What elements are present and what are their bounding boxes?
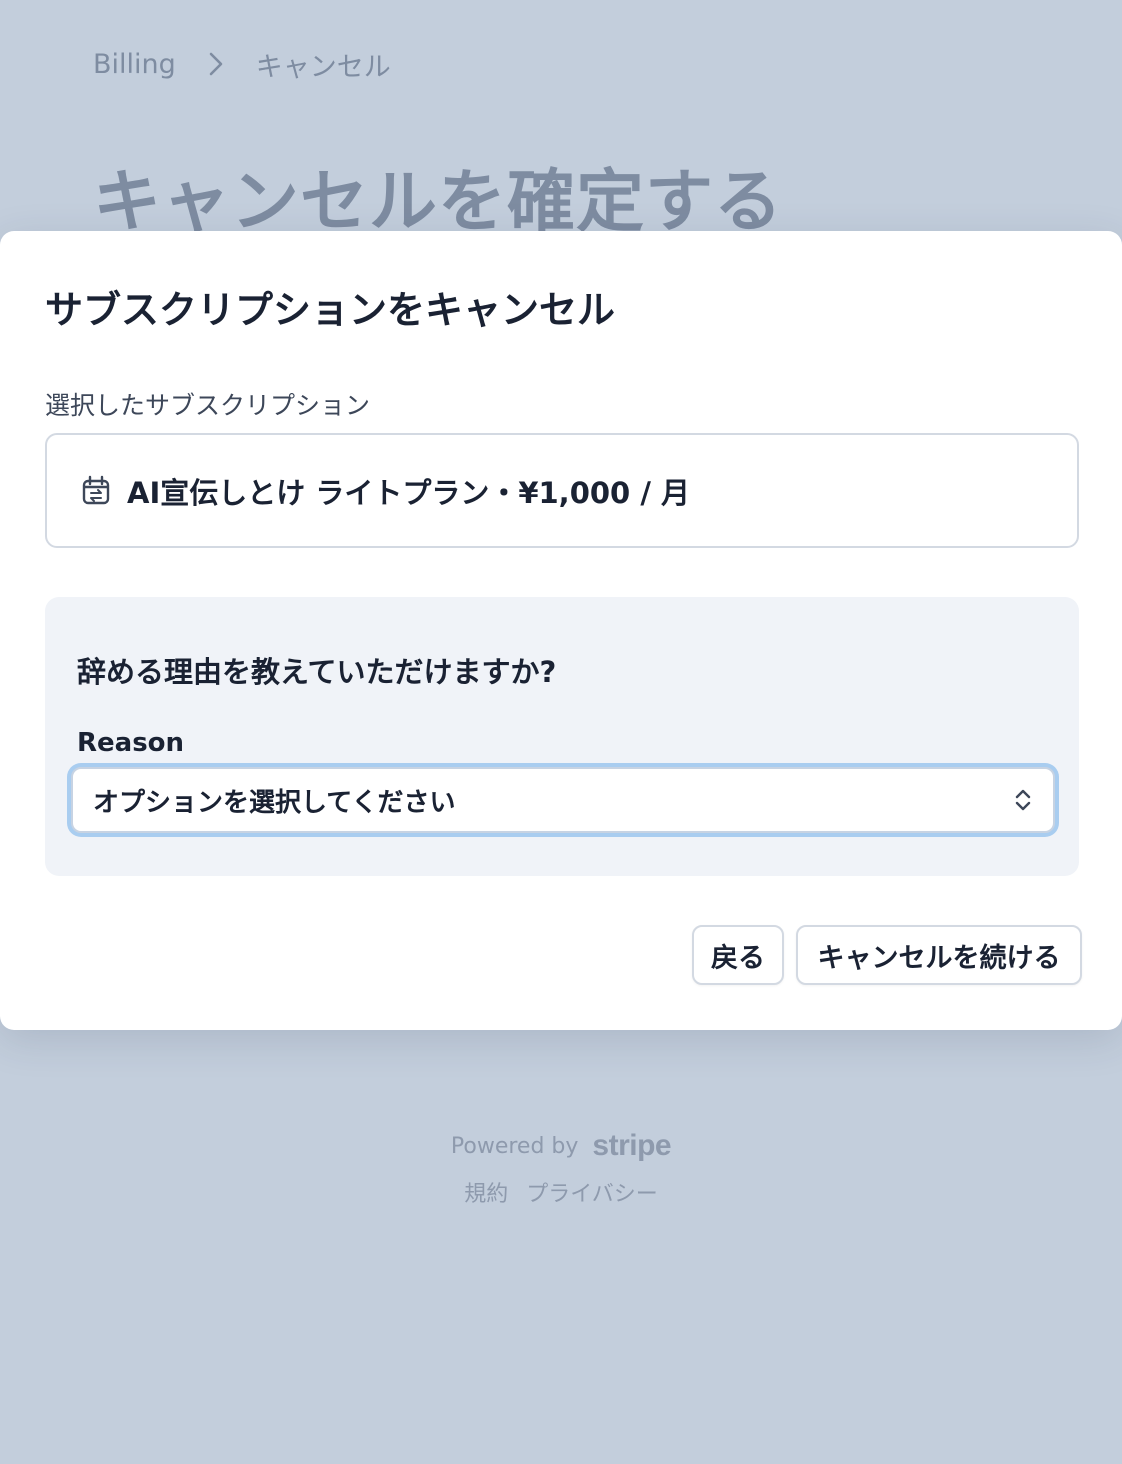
back-button[interactable]: 戻る [692,925,784,985]
footer: Powered by stripe 規約 プライバシー [0,1126,1122,1208]
selected-subscription-card: AI宣伝しとけ ライトプラン・¥1,000 / 月 [45,433,1079,548]
breadcrumb-billing[interactable]: Billing [93,49,176,80]
cancel-subscription-modal: サブスクリプションをキャンセル 選択したサブスクリプション AI宣伝しとけ ライ… [0,231,1122,1030]
terms-link[interactable]: 規約 [464,1176,508,1208]
privacy-link[interactable]: プライバシー [526,1176,658,1208]
reason-select[interactable]: オプションを選択してください [71,767,1055,833]
breadcrumb-current: キャンセル [255,51,391,83]
stripe-logo: stripe [592,1129,672,1162]
footer-links: 規約 プライバシー [0,1176,1122,1208]
chevron-right-icon [198,46,234,82]
subscription-name: AI宣伝しとけ ライトプラン・¥1,000 / 月 [127,475,691,510]
breadcrumb: Billing キャンセル [93,46,391,83]
reason-question: 辞める理由を教えていただけますか? [77,655,557,689]
powered-by[interactable]: Powered by stripe [0,1126,1122,1166]
calendar-repeat-icon [79,474,113,508]
reason-label: Reason [77,728,185,758]
reason-select-value: オプションを選択してください [93,787,456,818]
powered-by-text: Powered by [450,1133,579,1159]
continue-cancel-button[interactable]: キャンセルを続ける [796,925,1082,985]
reason-panel: 辞める理由を教えていただけますか? Reason オプションを選択してください [45,597,1079,876]
selected-subscription-label: 選択したサブスクリプション [45,391,371,420]
modal-title: サブスクリプションをキャンセル [45,288,616,332]
chevron-up-down-icon [1011,785,1035,815]
